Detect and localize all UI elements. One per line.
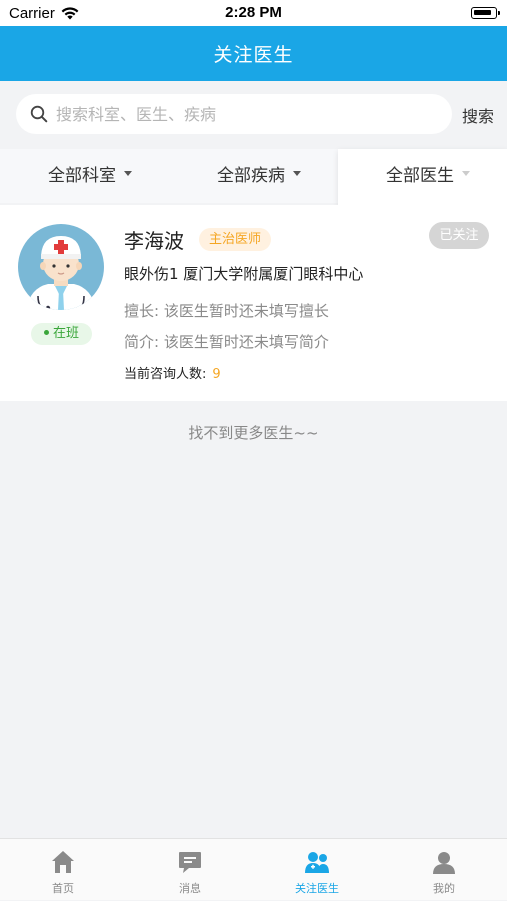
doctor-specialty: 擅长: 该医生暂时还未填写擅长 (124, 302, 329, 320)
page-title: 关注医生 (213, 44, 294, 66)
filter-disease[interactable]: 全部疾病 (217, 149, 301, 203)
status-time: 2:28 PM (225, 4, 282, 21)
filter-doctor[interactable]: 全部医生 (386, 149, 470, 203)
tab-profile-label: 我的 (433, 882, 455, 895)
doctor-title-badge: 主治医师 (199, 228, 272, 251)
doctor-department-hospital: 眼外伤1 厦门大学附属厦门眼科中心 (124, 265, 364, 283)
status-dot-icon (43, 330, 49, 335)
nav-bar: 关注医生 (0, 26, 507, 81)
search-area: 搜索 (0, 81, 507, 149)
filter-department-label: 全部科室 (48, 166, 116, 186)
search-button[interactable]: 搜索 (462, 103, 494, 127)
tab-followed-doctors[interactable]: 关注医生 (254, 839, 380, 901)
filter-disease-label: 全部疾病 (217, 166, 285, 186)
search-input[interactable] (56, 94, 446, 134)
consult-count-label: 当前咨询人数: (124, 367, 207, 382)
doctor-avatar (18, 224, 104, 310)
doctor-avatar-illustration (18, 224, 104, 310)
caret-down-icon (462, 170, 470, 176)
tab-home[interactable]: 首页 (0, 839, 126, 901)
message-icon (179, 852, 201, 873)
tab-messages-label: 消息 (179, 882, 201, 895)
doctor-name: 李海波 (124, 229, 184, 253)
list-end-message: 找不到更多医生~~ (188, 424, 319, 442)
followed-doctors-icon (305, 852, 329, 873)
filter-doctor-label: 全部医生 (386, 166, 454, 186)
caret-down-icon (124, 170, 132, 176)
profile-icon (433, 852, 455, 874)
doctor-card[interactable]: 在班 李海波 主治医师 已关注 眼外伤1 厦门大学附属厦门眼科中心 擅长: 该医… (0, 205, 507, 401)
tab-bar: 首页 消息 关注医生 我的 (0, 838, 507, 900)
doctor-intro: 简介: 该医生暂时还未填写简介 (124, 333, 329, 351)
on-duty-label: 在班 (52, 326, 79, 341)
caret-down-icon (293, 170, 301, 176)
tab-profile[interactable]: 我的 (381, 839, 507, 901)
followed-button[interactable]: 已关注 (429, 222, 489, 249)
consult-count-value: 9 (212, 367, 221, 382)
search-box[interactable] (16, 94, 452, 134)
home-icon (52, 851, 74, 873)
tab-home-label: 首页 (52, 882, 74, 895)
filter-doctor-panel: 全部医生 (338, 149, 507, 205)
battery-icon (471, 7, 500, 19)
tab-followed-doctors-label: 关注医生 (295, 882, 339, 895)
status-bar: Carrier 2:28 PM (0, 0, 507, 26)
tab-messages[interactable]: 消息 (127, 839, 253, 901)
search-icon (30, 105, 48, 123)
on-duty-badge: 在班 (31, 323, 92, 345)
consult-count-row: 当前咨询人数: 9 (124, 363, 221, 382)
filter-department[interactable]: 全部科室 (48, 149, 132, 203)
